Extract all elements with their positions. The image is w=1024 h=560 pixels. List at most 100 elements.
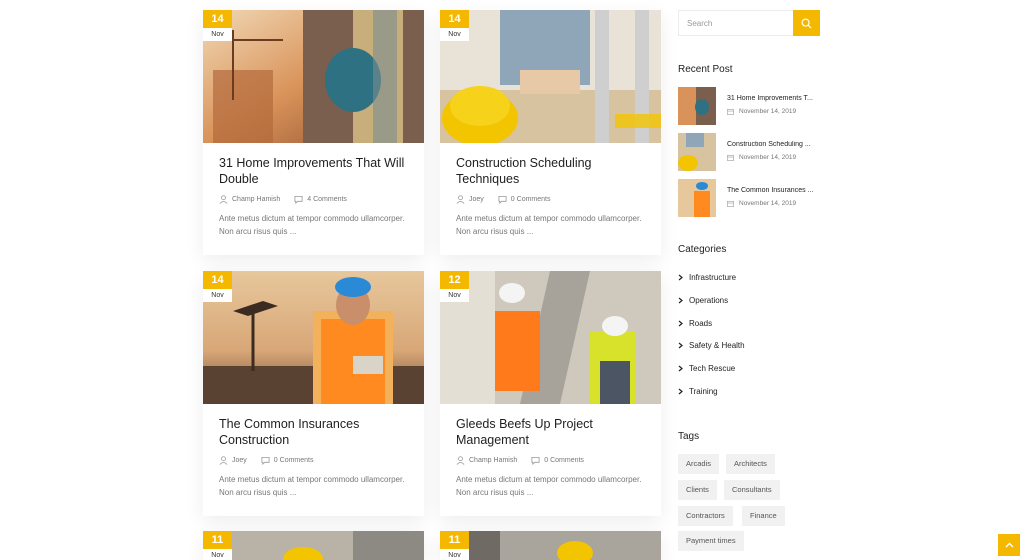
category-item[interactable]: Training [678,387,718,396]
recent-post-thumbnail[interactable] [678,179,716,217]
chevron-right-icon [678,297,683,304]
date-badge: 11 Nov [440,531,469,560]
post-card[interactable]: 11 Nov [203,531,424,560]
post-author[interactable]: Joey [232,457,247,464]
post-thumbnail[interactable]: 11 Nov [440,531,661,560]
date-day: 11 [440,531,469,549]
tag-item[interactable]: Arcadis [678,454,720,474]
tag-item[interactable]: Finance [742,506,785,526]
search-input[interactable] [678,10,793,36]
post-image [203,531,424,560]
post-comments[interactable]: 0 Comments [274,457,314,464]
recent-post-date: November 14, 2019 [739,108,797,115]
chevron-up-icon [1005,542,1013,548]
chevron-right-icon [678,274,683,281]
blog-page: 14 Nov 31 Home Improvements That Will Do… [0,0,1024,560]
recent-post-thumbnail[interactable] [678,87,716,125]
post-thumbnail[interactable]: 11 Nov [203,531,424,560]
tag-item[interactable]: Architects [726,454,775,474]
categories-title: Categories [678,244,727,255]
date-day: 12 [440,271,469,289]
comment-icon [261,456,270,465]
post-comments[interactable]: 4 Comments [307,196,347,203]
search-icon [801,18,812,29]
date-badge: 14 Nov [203,10,232,41]
post-image [203,271,424,404]
recent-post-image [678,179,716,217]
category-label: Infrastructure [689,273,737,282]
search-form [678,10,820,36]
recent-post-date: November 14, 2019 [739,154,797,161]
post-meta: Champ Hamish 0 Comments [456,456,645,465]
post-image [203,10,424,143]
post-author[interactable]: Champ Hamish [232,196,280,203]
category-label: Safety & Health [689,341,745,350]
back-to-top-button[interactable] [998,534,1020,556]
post-title[interactable]: The Common Insurances Construction [219,416,408,450]
chevron-right-icon [678,342,683,349]
post-body: 31 Home Improvements That Will Double Ch… [203,143,424,252]
post-image [440,10,661,143]
date-badge: 14 Nov [203,271,232,302]
post-comments[interactable]: 0 Comments [544,457,584,464]
date-month: Nov [203,28,232,41]
recent-post-title[interactable]: 31 Home Improvements T... [727,95,827,102]
date-month: Nov [440,549,469,560]
post-title[interactable]: 31 Home Improvements That Will Double [219,155,408,189]
post-meta: Joey 0 Comments [456,195,645,204]
post-image [440,271,661,404]
user-icon [456,195,465,204]
post-title[interactable]: Gleeds Beefs Up Project Management [456,416,645,450]
category-label: Roads [689,319,713,328]
post-body: Construction Scheduling Techniques Joey … [440,143,661,252]
post-thumbnail[interactable]: 14 Nov [440,10,661,143]
post-card[interactable]: 14 Nov The Common Insurances Constructio… [203,271,424,516]
tag-item[interactable]: Consultants [724,480,780,500]
user-icon [219,456,228,465]
post-thumbnail[interactable]: 14 Nov [203,271,424,404]
date-day: 14 [203,271,232,289]
date-month: Nov [440,28,469,41]
recent-post-image [678,133,716,171]
comment-icon [498,195,507,204]
search-button[interactable] [793,10,820,36]
category-item[interactable]: Tech Rescue [678,364,735,373]
category-item[interactable]: Safety & Health [678,341,745,350]
user-icon [456,456,465,465]
category-label: Training [689,387,718,396]
date-month: Nov [203,289,232,302]
tag-item[interactable]: Payment times [678,531,744,551]
recent-post-item[interactable]: The Common Insurances ... November 14, 2… [678,179,828,217]
post-card[interactable]: 11 Nov [440,531,661,560]
recent-post-item[interactable]: 31 Home Improvements T... November 14, 2… [678,87,828,125]
tag-item[interactable]: Contractors [678,506,733,526]
post-excerpt: Ante metus dictum at tempor commodo ulla… [219,475,405,497]
recent-post-title[interactable]: The Common Insurances ... [727,187,827,194]
tag-item[interactable]: Clients [678,480,717,500]
category-item[interactable]: Operations [678,296,728,305]
date-month: Nov [440,289,469,302]
comment-icon [294,195,303,204]
post-author[interactable]: Champ Hamish [469,457,517,464]
post-author[interactable]: Joey [469,196,484,203]
post-thumbnail[interactable]: 12 Nov [440,271,661,404]
post-title[interactable]: Construction Scheduling Techniques [456,155,645,189]
post-meta: Champ Hamish 4 Comments [219,195,408,204]
recent-post-date: November 14, 2019 [739,200,797,207]
category-item[interactable]: Infrastructure [678,273,736,282]
post-comments[interactable]: 0 Comments [511,196,551,203]
recent-post-item[interactable]: Construction Scheduling ... November 14,… [678,133,828,171]
category-item[interactable]: Roads [678,319,712,328]
post-excerpt: Ante metus dictum at tempor commodo ulla… [456,214,642,236]
post-body: Gleeds Beefs Up Project Management Champ… [440,404,661,513]
post-thumbnail[interactable]: 14 Nov [203,10,424,143]
date-day: 11 [203,531,232,549]
recent-post-title[interactable]: Construction Scheduling ... [727,141,827,148]
recent-post-thumbnail[interactable] [678,133,716,171]
date-badge: 11 Nov [203,531,232,560]
post-excerpt: Ante metus dictum at tempor commodo ulla… [219,214,405,236]
calendar-icon [727,108,734,115]
post-card[interactable]: 14 Nov Construction Scheduling Technique… [440,10,661,255]
post-card[interactable]: 12 Nov Gleeds Beefs Up Project Managemen… [440,271,661,516]
post-card[interactable]: 14 Nov 31 Home Improvements That Will Do… [203,10,424,255]
